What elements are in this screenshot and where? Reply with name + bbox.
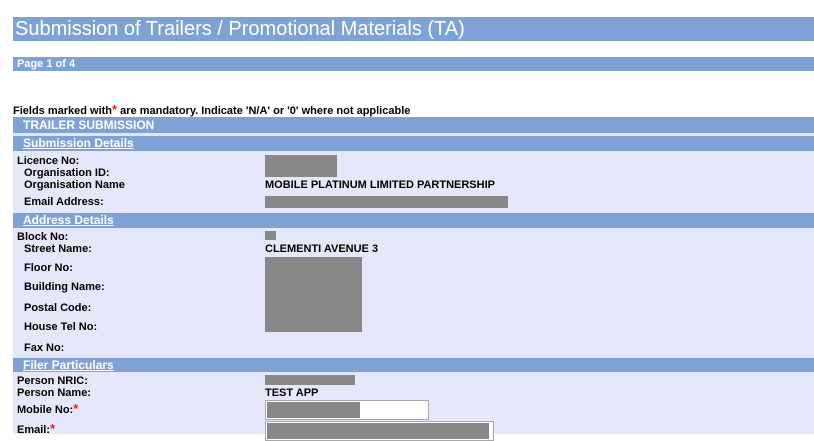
- page-indicator: Page 1 of 4: [13, 57, 814, 71]
- organisation-id-label: Organisation ID:: [24, 167, 110, 179]
- email-label-text: Email:: [17, 424, 51, 436]
- required-star: *: [73, 401, 79, 416]
- block-no-label: Block No:: [17, 231, 69, 243]
- house-tel-no-label: House Tel No:: [24, 321, 98, 333]
- mobile-no-label: Mobile No:*: [17, 401, 79, 416]
- page-title: Submission of Trailers / Promotional Mat…: [13, 17, 814, 41]
- email-address-redacted: [265, 196, 508, 208]
- section-header-submission-details[interactable]: Submission Details: [13, 136, 814, 151]
- email-label: Email:*: [17, 422, 55, 436]
- street-name-label: Street Name:: [24, 243, 92, 255]
- mobile-no-label-text: Mobile No:: [17, 404, 74, 416]
- section-header-address-details[interactable]: Address Details: [13, 213, 814, 228]
- organisation-name-value: MOBILE PLATINUM LIMITED PARTNERSHIP: [265, 179, 495, 191]
- email-address-label: Email Address:: [24, 196, 104, 208]
- person-name-value: TEST APP: [265, 387, 319, 399]
- block-no-redacted: [265, 231, 276, 240]
- building-name-label: Building Name:: [24, 281, 105, 293]
- email-redacted: [267, 423, 489, 439]
- postal-code-label: Postal Code:: [24, 302, 92, 314]
- mobile-no-redacted: [267, 402, 360, 418]
- person-name-label: Person Name:: [17, 387, 91, 399]
- floor-no-label: Floor No:: [24, 262, 73, 274]
- mandatory-note-suffix: are mandatory. Indicate 'N/A' or '0' whe…: [117, 105, 411, 117]
- fax-no-label: Fax No:: [24, 342, 65, 354]
- form-area: [13, 117, 814, 434]
- section-header-trailer-submission: TRAILER SUBMISSION: [13, 117, 814, 133]
- mobile-no-input[interactable]: [265, 400, 429, 420]
- street-name-value: CLEMENTI AVENUE 3: [265, 243, 379, 255]
- mandatory-note: Fields marked with* are mandatory. Indic…: [13, 103, 410, 118]
- organisation-name-label: Organisation Name: [24, 179, 125, 191]
- licence-organisation-id-redacted: [265, 155, 337, 177]
- section-header-filer-particulars[interactable]: Filer Particulars: [13, 358, 814, 372]
- person-nric-label: Person NRIC:: [17, 375, 88, 387]
- mandatory-note-prefix: Fields marked with: [13, 105, 113, 117]
- email-input[interactable]: [265, 421, 494, 441]
- licence-no-label: Licence No:: [17, 155, 80, 167]
- address-fields-redacted: [265, 257, 362, 332]
- person-nric-redacted: [265, 375, 355, 385]
